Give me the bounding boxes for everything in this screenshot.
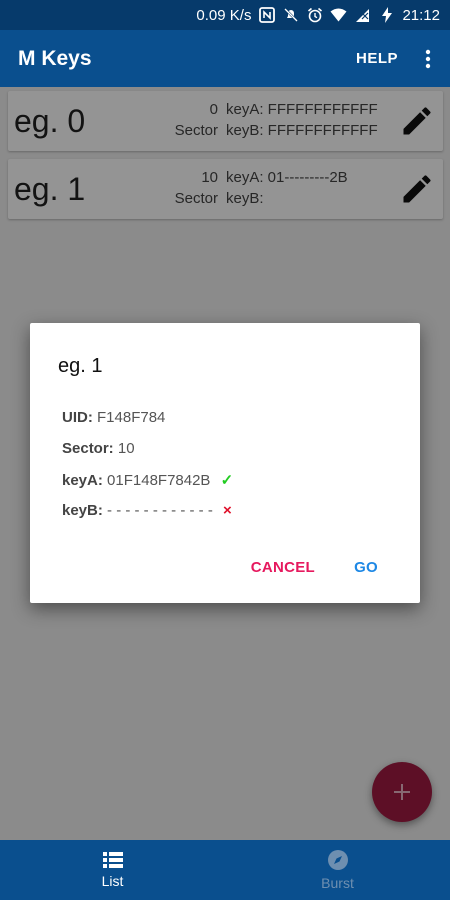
keyb-value: - - - - - - - - - - - -: [107, 502, 213, 519]
clock: 21:12: [402, 6, 440, 24]
more-vert-icon[interactable]: [418, 39, 438, 79]
wifi-icon: [330, 7, 347, 24]
bottom-nav: List Burst: [0, 840, 450, 900]
nfc-icon: [258, 7, 275, 24]
check-icon: ✓: [220, 472, 234, 489]
mute-icon: [282, 7, 299, 24]
nav-item-list[interactable]: List: [0, 840, 225, 900]
uid-row: UID: F148F784: [62, 409, 165, 426]
nav-label-burst: Burst: [321, 875, 354, 891]
keya-row: keyA: 01F148F7842B ✓: [62, 471, 233, 489]
network-speed: 0.09 K/s: [196, 6, 252, 24]
sector-value: 10: [117, 440, 135, 457]
keya-label: keyA:: [62, 472, 103, 489]
app-title: M Keys: [18, 46, 92, 70]
list-icon: [102, 852, 123, 868]
dialog-title: eg. 1: [58, 355, 103, 377]
app-bar: M Keys HELP: [0, 30, 450, 87]
nav-item-burst[interactable]: Burst: [225, 840, 450, 900]
cancel-button[interactable]: CANCEL: [251, 559, 315, 576]
uid-label: UID:: [62, 409, 93, 426]
signal-icon: [354, 7, 371, 24]
compass-icon: [327, 850, 348, 870]
key-dialog: eg. 1 UID: F148F784 Sector: 10 keyA: 01F…: [30, 323, 420, 603]
battery-charging-icon: [378, 7, 395, 24]
help-button[interactable]: HELP: [356, 50, 398, 67]
cross-icon: ×: [223, 502, 232, 519]
keyb-row: keyB: - - - - - - - - - - - - ×: [62, 502, 232, 519]
keya-value: 01F148F7842B: [107, 472, 211, 489]
alarm-icon: [306, 7, 323, 24]
keyb-label: keyB:: [62, 502, 103, 519]
status-bar: 0.09 K/s 21:12: [0, 0, 450, 30]
nav-label-list: List: [101, 873, 124, 889]
uid-value: F148F784: [97, 409, 166, 426]
sector-label: Sector:: [62, 440, 114, 457]
sector-row: Sector: 10: [62, 440, 135, 457]
go-button[interactable]: GO: [354, 559, 378, 576]
